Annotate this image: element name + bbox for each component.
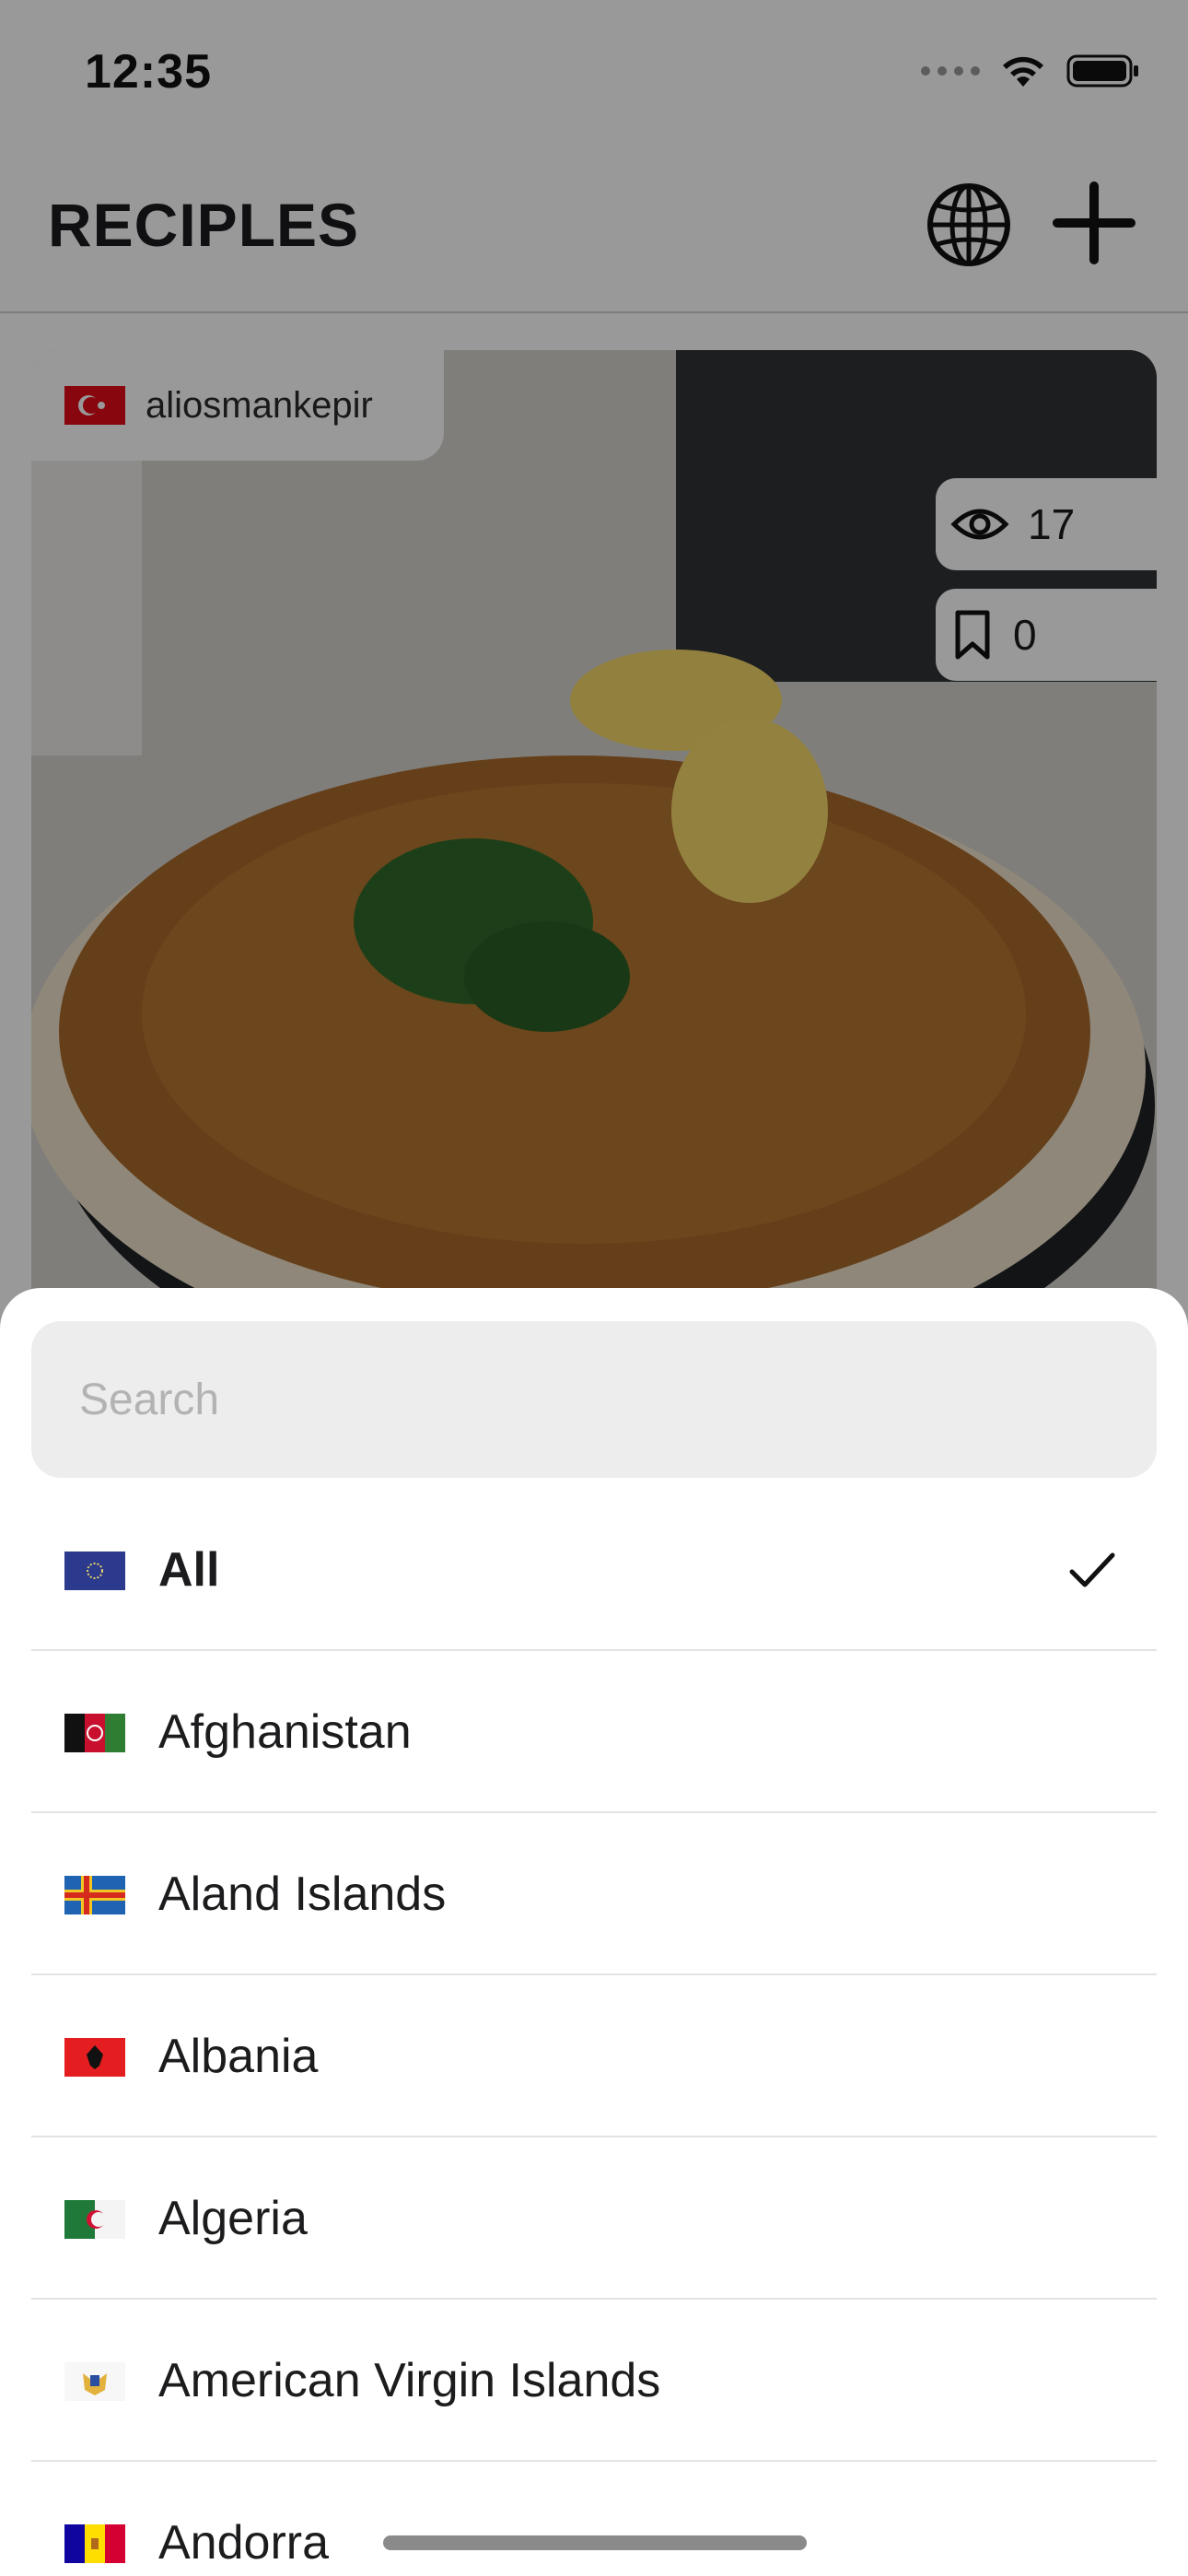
flag-andorra-icon xyxy=(64,2524,125,2563)
home-indicator[interactable] xyxy=(383,2535,807,2550)
country-item-albania[interactable]: Albania xyxy=(31,1975,1157,2137)
flag-afghanistan-icon xyxy=(64,1714,125,1752)
country-item-afghanistan[interactable]: Afghanistan xyxy=(31,1651,1157,1813)
country-label: Afghanistan xyxy=(158,1705,412,1759)
country-item-andorra[interactable]: Andorra xyxy=(31,2462,1157,2576)
country-label: Albania xyxy=(158,2030,319,2083)
flag-algeria-icon xyxy=(64,2200,125,2239)
country-picker-sheet: All Afghanistan Aland Islands xyxy=(0,1288,1188,2576)
search-input[interactable] xyxy=(31,1321,1157,1478)
country-item-aland-islands[interactable]: Aland Islands xyxy=(31,1813,1157,1975)
flag-us-virgin-islands-icon xyxy=(64,2362,125,2401)
country-label: Aland Islands xyxy=(158,1868,447,1921)
checkmark-icon xyxy=(1069,1552,1115,1587)
country-item-american-virgin-islands[interactable]: American Virgin Islands xyxy=(31,2300,1157,2462)
country-label: American Virgin Islands xyxy=(158,2354,661,2407)
country-label: Algeria xyxy=(158,2192,308,2245)
country-item-all[interactable]: All xyxy=(31,1489,1157,1651)
search-box[interactable] xyxy=(31,1321,1157,1478)
country-label: Andorra xyxy=(158,2516,329,2570)
flag-eu-icon xyxy=(64,1551,125,1590)
country-label: All xyxy=(158,1543,220,1597)
country-item-algeria[interactable]: Algeria xyxy=(31,2137,1157,2300)
flag-albania-icon xyxy=(64,2038,125,2077)
flag-aland-islands-icon xyxy=(64,1876,125,1914)
country-list: All Afghanistan Aland Islands Albania Al… xyxy=(31,1489,1157,2576)
